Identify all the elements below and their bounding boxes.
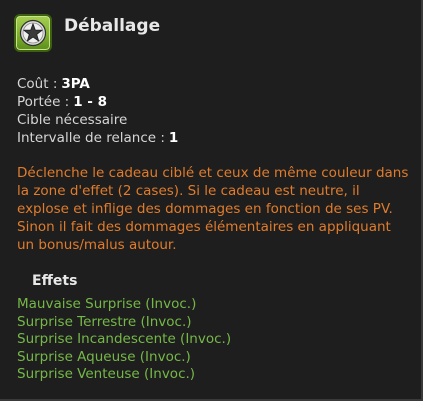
spell-title: Déballage [64,16,161,36]
spell-stats: Coût :3PA Portée :1 - 8 Cible nécessaire… [17,75,178,147]
stat-target: Cible nécessaire [17,111,178,129]
effect-item[interactable]: Surprise Incandescente (Invoc.) [17,331,231,349]
stat-cooldown: Intervalle de relance :1 [17,129,178,147]
effects-list: Mauvaise Surprise (Invoc.) Surprise Terr… [17,296,231,384]
stat-target-label: Cible nécessaire [17,112,128,128]
stat-cooldown-label: Intervalle de relance : [17,130,165,146]
effect-item[interactable]: Surprise Venteuse (Invoc.) [17,366,231,384]
spell-description: Déclenche le cadeau ciblé et ceux de mêm… [17,165,409,253]
stat-cost-label: Coût : [17,76,58,92]
stat-range: Portée :1 - 8 [17,93,178,111]
effect-item[interactable]: Mauvaise Surprise (Invoc.) [17,296,231,314]
stat-cooldown-value: 1 [168,130,179,146]
stat-cost: Coût :3PA [17,75,178,93]
effect-item[interactable]: Surprise Aqueuse (Invoc.) [17,349,231,367]
stat-range-label: Portée : [17,94,70,110]
stat-range-value: 1 - 8 [73,94,108,110]
effect-item[interactable]: Surprise Terrestre (Invoc.) [17,314,231,332]
stat-cost-value: 3PA [61,76,90,92]
star-glyph [19,19,47,47]
spell-tooltip: Déballage Coût :3PA Portée :1 - 8 Cible … [0,0,423,401]
effects-heading: Effets [32,273,78,289]
star-badge-icon [14,14,52,52]
